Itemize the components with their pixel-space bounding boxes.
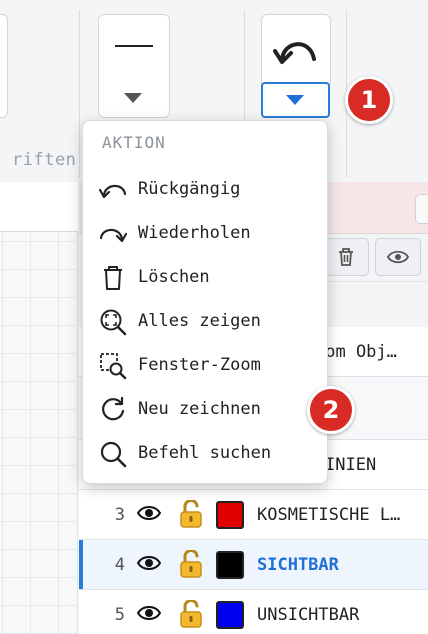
menu-item-label: Befehl suchen	[138, 443, 272, 463]
undo-icon	[99, 184, 127, 199]
menu-item-redo[interactable]: Wiederholen	[83, 212, 329, 256]
trash-icon	[339, 248, 353, 266]
menu-item-undo[interactable]: Rückgängig	[83, 168, 329, 212]
menu-item-delete[interactable]: Löschen	[83, 256, 329, 300]
layer-row[interactable]: 4 SICHTBAR	[79, 540, 428, 590]
delete-layer-button[interactable]	[323, 238, 369, 276]
menu-item-window-zoom[interactable]: Fenster-Zoom	[83, 344, 329, 388]
layer-number: 4	[114, 555, 125, 575]
trash-icon	[104, 266, 122, 290]
lock-open-icon[interactable]	[179, 600, 203, 628]
window-zoom-icon	[100, 353, 127, 380]
canvas-grid[interactable]	[0, 233, 78, 634]
drawing-canvas[interactable]	[0, 182, 78, 634]
layer-row[interactable]: 5 UNSICHTBAR	[79, 590, 428, 634]
menu-item-label: Löschen	[138, 267, 210, 287]
action-dropdown-menu: AKTION Rückgängig Wiederholen Löschen Al…	[82, 120, 328, 484]
canvas-header	[0, 182, 78, 232]
menu-item-label: Alles zeigen	[138, 311, 261, 331]
step-badge-2: 2	[307, 386, 355, 434]
eye-icon[interactable]	[137, 604, 161, 622]
lock-open-icon[interactable]	[179, 500, 203, 528]
layer-name: UNSICHTBAR	[257, 605, 360, 625]
undo-dropdown-toggle[interactable]	[261, 82, 330, 118]
search-icon	[100, 441, 127, 468]
eye-icon	[387, 250, 409, 264]
zoom-extents-icon	[100, 309, 127, 336]
toggle-visibility-button[interactable]	[375, 238, 421, 276]
panel-header-button[interactable]	[415, 194, 428, 224]
group-label: riften	[12, 150, 77, 170]
layer-row[interactable]: 3 KOSMETISCHE L…	[79, 490, 428, 540]
layer-name: INIEN	[325, 455, 377, 475]
layer-color-swatch[interactable]	[216, 551, 244, 579]
refresh-icon	[102, 396, 125, 421]
menu-item-label: Rückgängig	[138, 179, 241, 199]
menu-section-header: AKTION	[102, 133, 166, 152]
menu-item-zoom-extents[interactable]: Alles zeigen	[83, 300, 329, 344]
chevron-down-icon[interactable]	[124, 93, 142, 103]
menu-item-redraw[interactable]: Neu zeichnen	[83, 388, 329, 432]
layer-number: 5	[114, 605, 125, 625]
layer-color-swatch[interactable]	[216, 601, 244, 629]
undo-button[interactable]	[261, 14, 331, 84]
eye-icon[interactable]	[137, 554, 161, 572]
line-tool-button[interactable]	[98, 14, 170, 118]
redo-icon	[99, 228, 127, 243]
layer-name: SICHTBAR	[257, 555, 339, 575]
layer-number: 3	[114, 505, 125, 525]
lock-open-icon[interactable]	[179, 550, 203, 578]
chevron-down-icon	[286, 95, 304, 105]
menu-item-label: Wiederholen	[138, 223, 251, 243]
eye-icon[interactable]	[137, 504, 161, 522]
menu-item-label: Neu zeichnen	[138, 399, 261, 419]
layer-color-swatch[interactable]	[216, 501, 244, 529]
partial-tool-button[interactable]	[0, 14, 8, 118]
menu-item-label: Fenster-Zoom	[138, 355, 261, 375]
line-icon	[115, 45, 153, 47]
toolbar-separator	[79, 10, 80, 178]
step-badge-1: 1	[345, 76, 393, 124]
undo-arrow-icon	[273, 42, 316, 64]
layer-name: KOSMETISCHE L…	[257, 505, 401, 525]
menu-item-search-command[interactable]: Befehl suchen	[83, 432, 329, 476]
